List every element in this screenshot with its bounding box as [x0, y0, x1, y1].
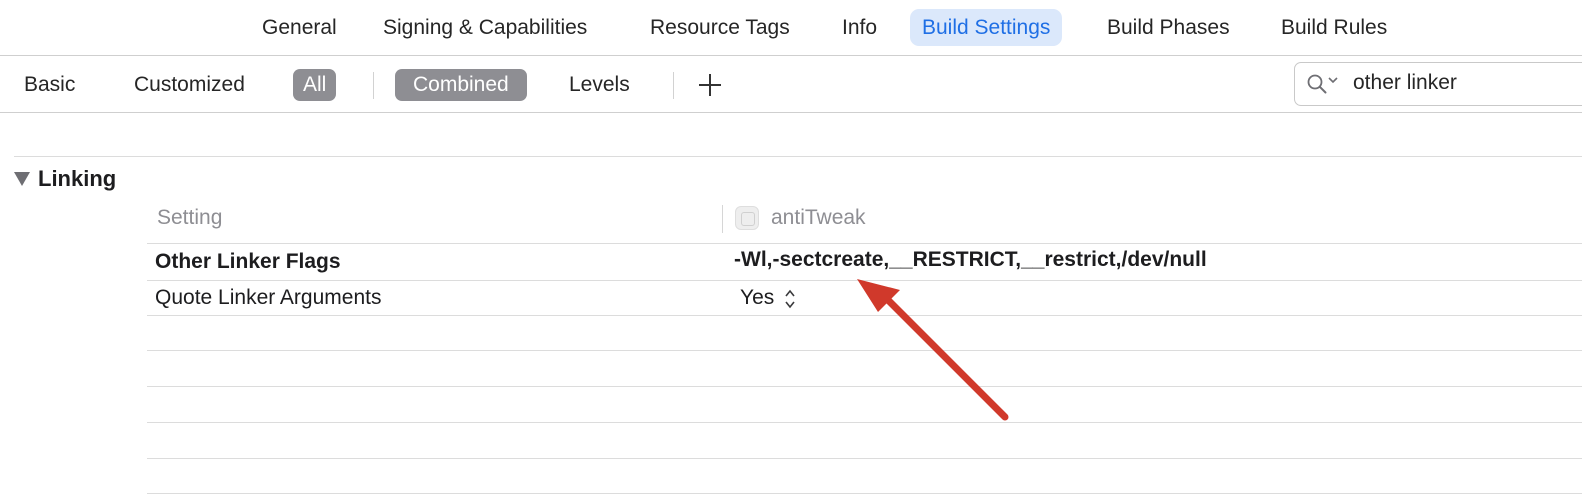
view-levels-button[interactable]: Levels [559, 69, 640, 101]
scope-all-button[interactable]: All [293, 69, 337, 101]
chevron-down-icon[interactable] [1327, 75, 1339, 85]
divider [14, 156, 1582, 157]
row-separator [147, 386, 1582, 387]
column-divider [722, 205, 723, 233]
row-separator [147, 422, 1582, 423]
divider [373, 72, 374, 99]
editor-tab-bar: General Signing & Capabilities Resource … [0, 0, 1582, 56]
build-settings-filter-bar: Basic Customized All Combined Levels [0, 56, 1582, 113]
row-separator [147, 350, 1582, 351]
tab-build-phases[interactable]: Build Phases [1095, 9, 1242, 46]
row-separator [147, 493, 1582, 494]
row-separator [147, 280, 1582, 281]
magnifying-glass-icon [1307, 74, 1327, 94]
search-field[interactable] [1294, 62, 1582, 106]
setting-value-quote-linker-arguments[interactable]: Yes [740, 286, 774, 310]
tab-build-rules[interactable]: Build Rules [1269, 9, 1399, 46]
tab-signing-capabilities[interactable]: Signing & Capabilities [371, 9, 599, 46]
tab-build-settings[interactable]: Build Settings [910, 9, 1063, 46]
scope-customized-button[interactable]: Customized [124, 69, 255, 101]
disclosure-triangle-icon[interactable] [14, 172, 30, 186]
search-input[interactable] [1353, 68, 1582, 98]
column-header-target: antiTweak [771, 206, 866, 229]
tab-resource-tags[interactable]: Resource Tags [638, 9, 802, 46]
row-separator [147, 458, 1582, 459]
view-combined-button[interactable]: Combined [395, 69, 527, 101]
setting-label-quote-linker-arguments[interactable]: Quote Linker Arguments [155, 286, 381, 310]
setting-label-other-linker-flags[interactable]: Other Linker Flags [155, 250, 341, 274]
divider [673, 72, 674, 99]
tab-info[interactable]: Info [830, 9, 889, 46]
plus-icon[interactable] [697, 72, 723, 98]
section-title: Linking [38, 166, 117, 191]
scope-basic-button[interactable]: Basic [14, 69, 85, 101]
up-down-chevron-icon[interactable] [783, 288, 797, 310]
row-separator [147, 315, 1582, 316]
setting-value-other-linker-flags[interactable]: -Wl,-sectcreate,__RESTRICT,__restrict,/d… [734, 248, 1207, 272]
app-target-icon [735, 206, 759, 230]
tab-general[interactable]: General [250, 9, 349, 46]
column-header-setting: Setting [157, 206, 223, 229]
row-separator [147, 243, 1582, 244]
